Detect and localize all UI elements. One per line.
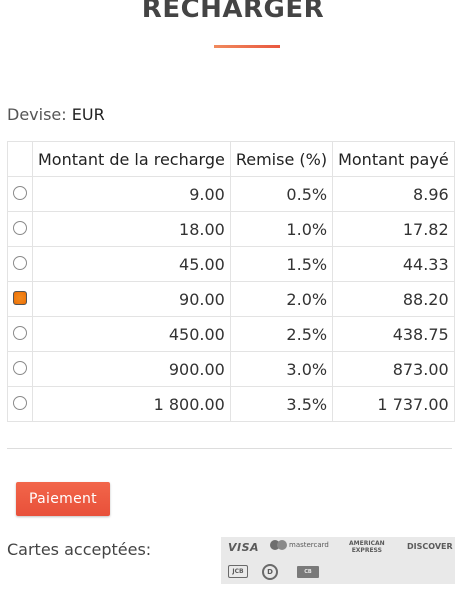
currency-label: Devise:: [7, 105, 67, 124]
table-row[interactable]: 1 800.00 3.5% 1 737.00: [7, 386, 455, 422]
table-header-row: Montant de la recharge Remise (%) Montan…: [7, 141, 455, 177]
paid-cell: 1 737.00: [332, 386, 455, 422]
discount-cell: 0.5%: [229, 176, 334, 212]
table-row[interactable]: 18.00 1.0% 17.82: [7, 211, 455, 247]
visa-logo: VISA: [228, 541, 260, 554]
amount-cell: 450.00: [32, 316, 231, 352]
amount-radio[interactable]: [13, 291, 27, 305]
amex-logo: AMERICAN EXPRESS: [349, 540, 385, 554]
table-row[interactable]: 45.00 1.5% 44.33: [7, 246, 455, 282]
row-select-cell[interactable]: [7, 176, 33, 212]
title-underline: [214, 45, 280, 48]
amount-radio[interactable]: [13, 221, 27, 235]
paid-cell: 44.33: [332, 246, 455, 282]
amex-line2: EXPRESS: [351, 547, 382, 554]
recharge-table: Montant de la recharge Remise (%) Montan…: [7, 141, 455, 422]
amount-cell: 9.00: [32, 176, 231, 212]
page-title: RECHARGER: [141, 0, 325, 24]
table-row[interactable]: 900.00 3.0% 873.00: [7, 351, 455, 387]
discount-cell: 3.5%: [229, 386, 334, 422]
header-paid: Montant payé: [332, 141, 455, 177]
amount-radio[interactable]: [13, 361, 27, 375]
paid-cell: 8.96: [332, 176, 455, 212]
amount-radio[interactable]: [13, 396, 27, 410]
discount-cell: 1.0%: [229, 211, 334, 247]
paid-cell: 873.00: [332, 351, 455, 387]
currency-line: Devise: EUR: [7, 105, 105, 124]
divider: [7, 448, 452, 449]
amount-cell: 1 800.00: [32, 386, 231, 422]
jcb-logo: JCB: [228, 565, 248, 578]
row-select-cell[interactable]: [7, 351, 33, 387]
paid-cell: 438.75: [332, 316, 455, 352]
amount-cell: 90.00: [32, 281, 231, 317]
table-row[interactable]: 450.00 2.5% 438.75: [7, 316, 455, 352]
header-discount: Remise (%): [229, 141, 334, 177]
accepted-cards-label: Cartes acceptées:: [7, 540, 152, 559]
discover-logo: DISCOVER: [407, 542, 453, 551]
currency-value: EUR: [71, 105, 105, 124]
row-select-cell[interactable]: [7, 316, 33, 352]
amount-cell: 18.00: [32, 211, 231, 247]
mastercard-logo: mastercard: [270, 540, 329, 550]
row-select-cell[interactable]: [7, 211, 33, 247]
amount-radio[interactable]: [13, 256, 27, 270]
table-row[interactable]: 9.00 0.5% 8.96: [7, 176, 455, 212]
row-select-cell[interactable]: [7, 386, 33, 422]
amount-radio[interactable]: [13, 186, 27, 200]
table-row[interactable]: 90.00 2.0% 88.20: [7, 281, 455, 317]
header-amount: Montant de la recharge: [32, 141, 231, 177]
amount-cell: 45.00: [32, 246, 231, 282]
discount-cell: 2.5%: [229, 316, 334, 352]
amex-line1: AMERICAN: [349, 540, 385, 547]
discount-cell: 1.5%: [229, 246, 334, 282]
discount-cell: 2.0%: [229, 281, 334, 317]
accepted-cards-logos: VISA mastercard AMERICAN EXPRESS DISCOVER…: [221, 537, 455, 584]
discount-cell: 3.0%: [229, 351, 334, 387]
amount-radio[interactable]: [13, 326, 27, 340]
mastercard-circles-icon: [270, 540, 287, 550]
mastercard-logo-text: mastercard: [289, 541, 329, 549]
paid-cell: 17.82: [332, 211, 455, 247]
row-select-cell[interactable]: [7, 281, 33, 317]
cb-logo: CB: [297, 566, 319, 578]
diners-club-logo: D: [262, 564, 278, 580]
amount-cell: 900.00: [32, 351, 231, 387]
header-select: [7, 141, 33, 177]
paid-cell: 88.20: [332, 281, 455, 317]
payment-button[interactable]: Paiement: [16, 482, 110, 516]
row-select-cell[interactable]: [7, 246, 33, 282]
